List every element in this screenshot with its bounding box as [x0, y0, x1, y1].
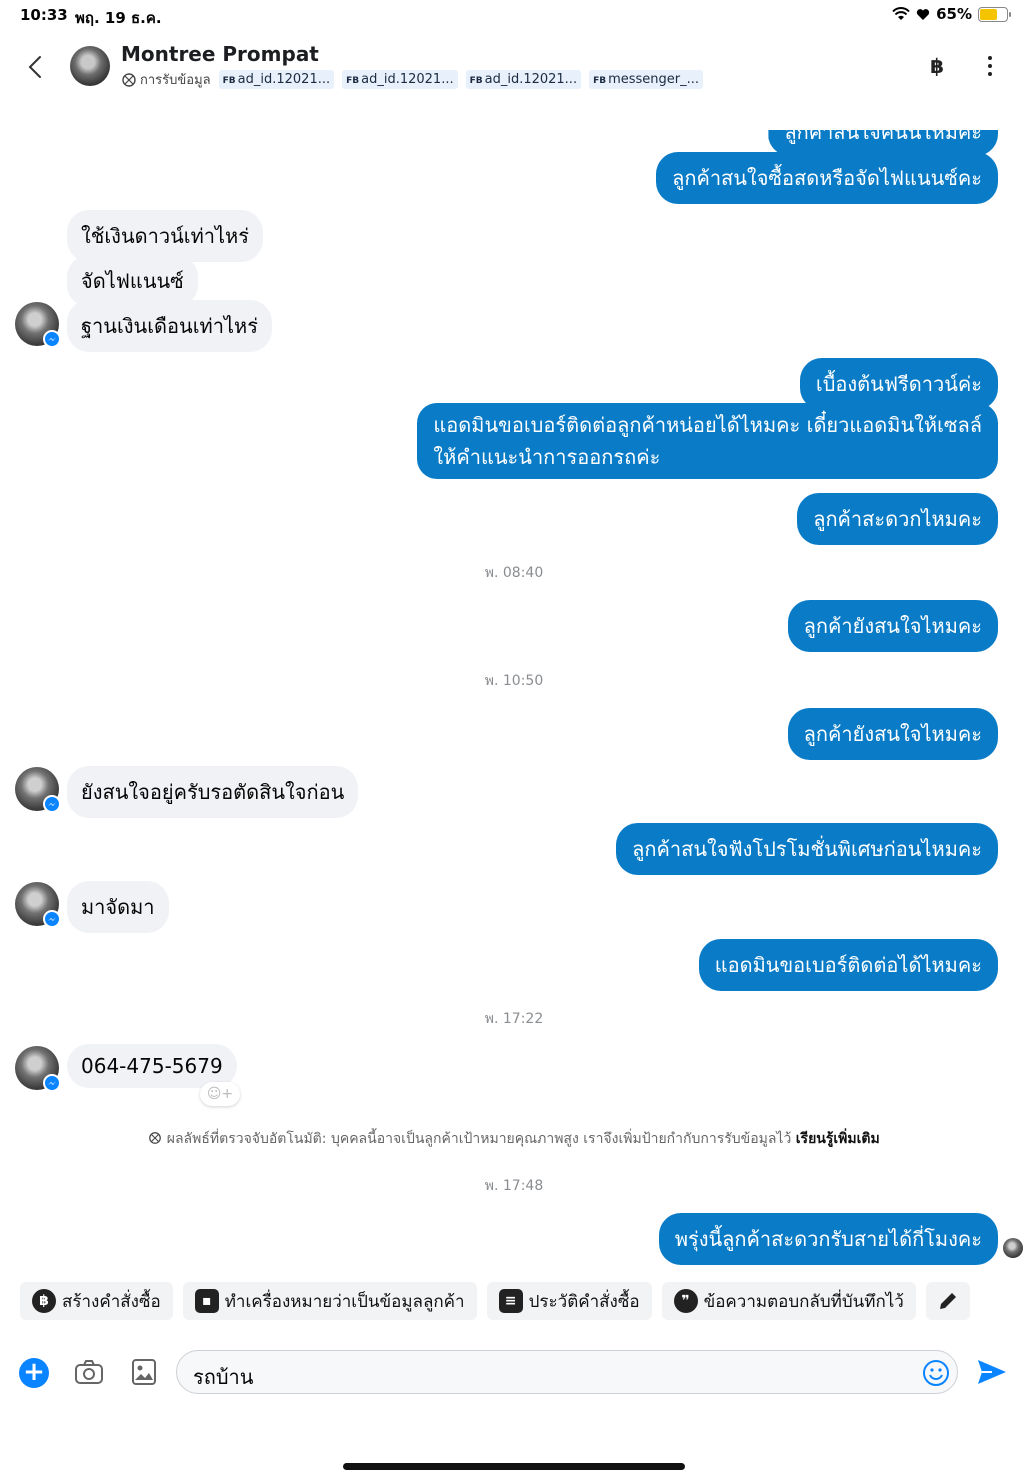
message-input[interactable]: รถบ้าน — [176, 1350, 958, 1394]
message-outgoing[interactable]: ลูกค้ายังสนใจไหมคะ — [787, 600, 998, 652]
tag-text: ad_id.12021... — [361, 72, 454, 87]
messenger-badge-icon — [43, 910, 61, 928]
tag-text: ad_id.12021... — [484, 72, 578, 87]
header-tags: การรับข้อมูล FB ad_id.12021... FB ad_id.12… — [121, 69, 704, 90]
chat-bubbles-icon: ❞ — [673, 1289, 698, 1313]
tag-text: ad_id.12021... — [237, 72, 331, 87]
message-incoming[interactable]: ฐานเงินเดือนเท่าไหร่ — [67, 300, 272, 352]
contact-name[interactable]: Montree Prompat — [121, 42, 319, 66]
mark-as-lead-button[interactable]: ▪ ทำเครื่องหมายว่าเป็นข้อมูลลูกค้า — [182, 1282, 477, 1320]
action-label: ทำเครื่องหมายว่าเป็นข้อมูลลูกค้า — [224, 1291, 465, 1312]
learn-more-link[interactable]: เรียนรู้เพิ่มเติม — [796, 1131, 880, 1147]
id-card-icon: ▪ — [194, 1289, 219, 1313]
wifi-icon — [892, 7, 910, 20]
chat-header: Montree Prompat การรับข้อมูล FB ad_id.120… — [0, 36, 1028, 106]
lead-icon — [122, 72, 136, 87]
order-history-button[interactable]: ≡ ประวัติคำสั่งซื้อ — [486, 1282, 652, 1320]
message-outgoing[interactable]: ลูกค้าสนใจคันนี้ไหมคะ — [768, 130, 998, 156]
message-outgoing[interactable]: ลูกค้าสนใจฟังโปรโมชั่นพิเศษก่อนไหมคะ — [616, 823, 998, 875]
action-label: ประวัติคำสั่งซื้อ — [528, 1291, 640, 1312]
message-line: แอดมินขอเบอร์ติดต่อลูกค้าหน่อยได้ไหมคะ เ… — [433, 413, 982, 437]
lead-label[interactable]: การรับข้อมูล — [121, 69, 211, 90]
status-bar: 10:33 พฤ. 19 ธ.ค. 65% — [0, 0, 1028, 32]
tag-prefix: FB — [222, 76, 236, 86]
messenger-badge-icon — [43, 1074, 61, 1092]
message-line: ให้คำแนะนำการออกรถค่ะ — [433, 445, 661, 469]
lead-icon — [149, 1132, 162, 1144]
status-time: 10:33 — [20, 6, 68, 24]
messenger-badge-icon — [43, 330, 61, 348]
seen-avatar — [1003, 1238, 1023, 1258]
label-tag[interactable]: FB ad_id.12021... — [342, 70, 458, 89]
baht-circle-icon: ฿ — [32, 1289, 56, 1313]
gallery-icon[interactable] — [131, 1358, 157, 1386]
notice-text: ผลลัพธ์ที่ตรวจจับอัตโนมัติ: บุคคลนี้อาจเ… — [166, 1131, 796, 1147]
sender-avatar[interactable] — [15, 1046, 61, 1092]
camera-icon[interactable] — [74, 1358, 104, 1386]
more-options-icon[interactable] — [980, 54, 1000, 78]
battery-icon — [978, 6, 1011, 22]
message-incoming[interactable]: ยังสนใจอยู่ครับรอตัดสินใจก่อน — [67, 766, 359, 818]
emoji-icon[interactable] — [921, 1358, 951, 1388]
battery-fill — [980, 8, 997, 20]
plus-icon[interactable]: + — [19, 1358, 49, 1388]
sender-avatar[interactable] — [15, 882, 61, 928]
add-reaction-icon[interactable]: ☺+ — [200, 1082, 240, 1106]
timestamp: พ. 17:22 — [484, 1011, 544, 1027]
status-date: พฤ. 19 ธ.ค. — [75, 9, 162, 27]
timestamp: พ. 10:50 — [484, 673, 544, 689]
create-order-button[interactable]: ฿ สร้างคำสั่งซื้อ — [20, 1282, 173, 1320]
action-label: สร้างคำสั่งซื้อ — [62, 1291, 161, 1312]
message-outgoing[interactable]: ลูกค้าสนใจซื้อสดหรือจัดไฟแนนซ์คะ — [656, 152, 998, 204]
heart-icon — [916, 8, 930, 20]
home-indicator — [343, 1463, 685, 1470]
battery-percent: 65% — [936, 5, 972, 23]
message-outgoing[interactable]: แอดมินขอเบอร์ติดต่อลูกค้าหน่อยได้ไหมคะ เ… — [417, 403, 998, 479]
sender-avatar[interactable] — [15, 767, 61, 813]
message-outgoing[interactable]: พรุ่งนี้ลูกค้าสะดวกรับสายได้กี่โมงคะ — [658, 1213, 998, 1265]
sender-avatar[interactable] — [15, 302, 61, 348]
label-tag[interactable]: FB ad_id.12021... — [465, 70, 582, 89]
message-outgoing[interactable]: แอดมินขอเบอร์ติดต่อได้ไหมคะ — [698, 939, 998, 991]
tag-prefix: FB — [593, 76, 607, 86]
list-icon: ≡ — [498, 1289, 523, 1313]
contact-avatar[interactable] — [70, 46, 110, 86]
tag-prefix: FB — [469, 76, 483, 86]
timestamp: พ. 17:48 — [484, 1178, 544, 1194]
auto-detect-notice: ผลลัพธ์ที่ตรวจจับอัตโนมัติ: บุคคลนี้อาจเ… — [0, 1128, 1028, 1150]
tag-prefix: FB — [346, 76, 360, 86]
timestamp: พ. 08:40 — [484, 565, 544, 581]
saved-replies-button[interactable]: ❞ ข้อความตอบกลับที่บันทึกไว้ — [661, 1282, 916, 1320]
tag-text: messenger_... — [608, 72, 700, 87]
pencil-icon — [939, 1293, 956, 1309]
quick-actions: ฿ สร้างคำสั่งซื้อ ▪ ทำเครื่องหมายว่าเป็นข้… — [20, 1282, 970, 1320]
back-icon[interactable] — [24, 50, 48, 84]
status-right: 65% — [892, 5, 1011, 23]
messenger-badge-icon — [43, 795, 61, 813]
label-tag[interactable]: FB messenger_... — [589, 70, 704, 89]
message-outgoing[interactable]: ลูกค้าสะดวกไหมคะ — [797, 493, 998, 545]
lead-label-text: การรับข้อมูล — [140, 73, 211, 88]
message-outgoing[interactable]: ลูกค้ายังสนใจไหมคะ — [787, 708, 998, 760]
action-label: ข้อความตอบกลับที่บันทึกไว้ — [703, 1291, 904, 1312]
edit-actions-button[interactable] — [925, 1282, 970, 1320]
label-tag[interactable]: FB ad_id.12021... — [218, 70, 335, 89]
send-icon[interactable] — [976, 1356, 1008, 1388]
message-incoming[interactable]: มาจัดมา — [67, 881, 169, 933]
composer: + รถบ้าน — [0, 1348, 1028, 1398]
baht-icon[interactable]: ฿ — [930, 54, 944, 78]
